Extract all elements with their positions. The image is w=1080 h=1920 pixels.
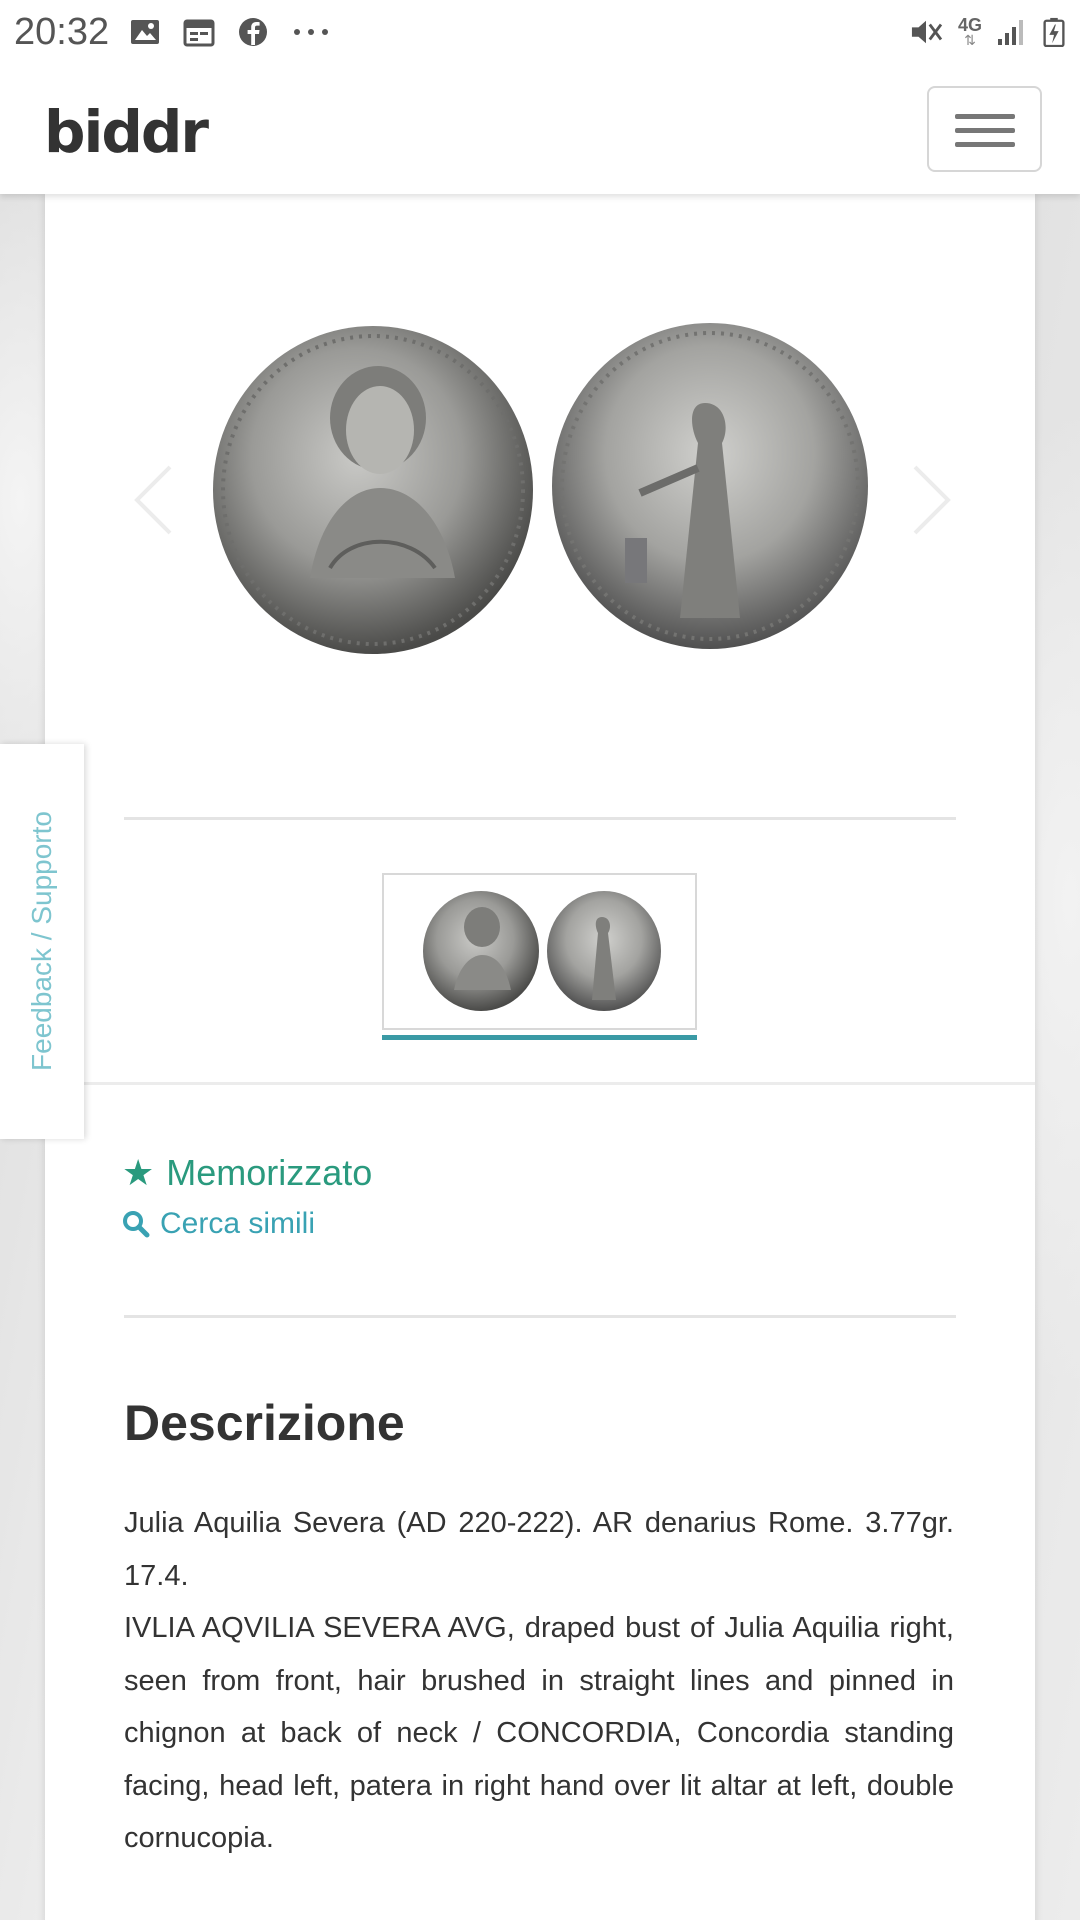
section-separator bbox=[45, 1082, 1035, 1085]
thumbnail-image bbox=[423, 891, 661, 1011]
signal-icon bbox=[998, 20, 1023, 45]
description-body: Julia Aquilia Severa (AD 220-222). AR de… bbox=[124, 1497, 954, 1865]
actions-divider bbox=[124, 1315, 956, 1318]
description-line-2: IVLIA AQVILIA SEVERA AVG, draped bust of… bbox=[124, 1612, 954, 1854]
status-bar: 20:32 4G ⇅ bbox=[0, 0, 1080, 64]
description-line-1: Julia Aquilia Severa (AD 220-222). AR de… bbox=[124, 1507, 954, 1592]
battery-icon bbox=[1043, 17, 1065, 47]
network-indicator: 4G ⇅ bbox=[957, 15, 982, 48]
hamburger-menu-icon bbox=[955, 114, 1015, 119]
saved-label: Memorizzato bbox=[166, 1152, 373, 1193]
carousel-divider bbox=[124, 817, 956, 820]
calendar-icon bbox=[183, 19, 215, 47]
thumbnail-active-indicator bbox=[382, 1035, 697, 1040]
feedback-tab[interactable]: Feedback / Supporto bbox=[0, 744, 84, 1139]
biddr-logo[interactable]: biddr bbox=[44, 98, 209, 166]
hamburger-line bbox=[955, 128, 1015, 133]
search-icon bbox=[123, 1211, 150, 1238]
more-icon bbox=[294, 29, 329, 35]
hamburger-line bbox=[955, 142, 1015, 147]
network-label: 4G bbox=[957, 15, 982, 35]
status-time: 20:32 bbox=[14, 10, 110, 53]
mute-icon bbox=[911, 20, 943, 44]
search-similar-label: Cerca simili bbox=[160, 1207, 316, 1240]
image-icon bbox=[131, 20, 160, 44]
feedback-label: Feedback / Supporto bbox=[26, 811, 57, 1071]
thumbnail-item[interactable] bbox=[382, 873, 697, 1030]
search-similar-link[interactable]: Cerca simili bbox=[122, 1207, 315, 1241]
saved-toggle[interactable]: ★ Memorizzato bbox=[122, 1152, 372, 1194]
site-header: biddr bbox=[0, 64, 1080, 194]
facebook-icon bbox=[239, 18, 268, 46]
description-title: Descrizione bbox=[124, 1395, 405, 1451]
chevron-right-icon[interactable] bbox=[900, 455, 960, 545]
coin-reverse bbox=[552, 323, 868, 649]
chevron-left-icon[interactable] bbox=[125, 455, 185, 545]
star-icon: ★ bbox=[122, 1152, 155, 1193]
menu-button[interactable] bbox=[927, 86, 1042, 172]
coin-main-image[interactable] bbox=[210, 318, 875, 663]
data-arrows-icon: ⇅ bbox=[964, 32, 976, 48]
coin-obverse bbox=[213, 326, 533, 654]
